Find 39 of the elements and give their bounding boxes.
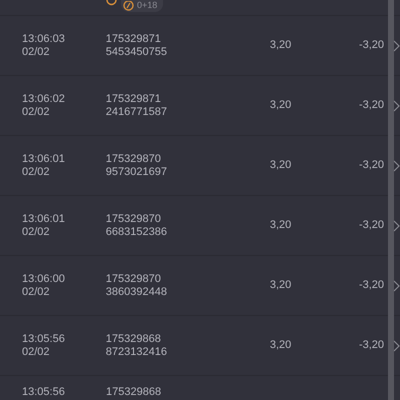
bet-date: 02/02 — [22, 346, 51, 358]
bet-time: 13:06:01 — [22, 212, 66, 226]
bet-id: 3860392448 — [106, 286, 168, 298]
bet-time: 13:05:56 — [21, 386, 66, 399]
stake-amount: 3,20 — [268, 339, 292, 352]
bet-id: 8723132416 — [106, 346, 168, 358]
bet-time: 13:06:00 — [22, 272, 66, 286]
bet-id: 5453450755 — [106, 46, 168, 58]
bet-time: 13:05:56 — [22, 332, 66, 346]
result-amount: -3,20 — [358, 339, 384, 352]
stake-amount: 3,20 — [268, 99, 292, 112]
bonus-badge: 0+18 — [121, 0, 164, 12]
result-amount: -3,20 — [358, 219, 384, 232]
stake-amount: 3,20 — [268, 279, 292, 292]
bet-id: 6683152386 — [106, 226, 168, 238]
bet-date: 02/02 — [22, 46, 51, 58]
bet-date: 02/02 — [22, 226, 51, 238]
bet-time: 13:06:01 — [22, 152, 66, 166]
stake-amount: 3,20 — [268, 39, 292, 52]
bet-id: 175329868 — [106, 332, 162, 346]
bet-time: 13:06:03 — [22, 32, 66, 46]
bet-id: 2416771587 — [106, 106, 168, 118]
bet-id: 175329870 — [106, 212, 162, 226]
bet-id: 175329870 — [106, 152, 162, 166]
bet-time: 13:06:02 — [22, 92, 66, 106]
result-amount: -3,20 — [358, 39, 384, 52]
stake-amount: 3,20 — [268, 159, 292, 172]
bet-date: 02/02 — [22, 286, 51, 298]
bet-id: 175329868 — [106, 386, 162, 399]
result-amount: -3,20 — [358, 99, 384, 112]
stake-amount: 3,20 — [268, 219, 292, 232]
bet-date: 02/02 — [22, 166, 51, 178]
bet-date: 02/02 — [22, 106, 51, 118]
bet-id: 175329870 — [106, 272, 162, 286]
bet-id: 9573021697 — [106, 166, 168, 178]
result-amount: -3,20 — [358, 159, 384, 172]
bet-id: 175329871 — [106, 92, 162, 106]
bet-id: 175329871 — [106, 32, 162, 46]
result-amount: -3,20 — [358, 279, 384, 292]
